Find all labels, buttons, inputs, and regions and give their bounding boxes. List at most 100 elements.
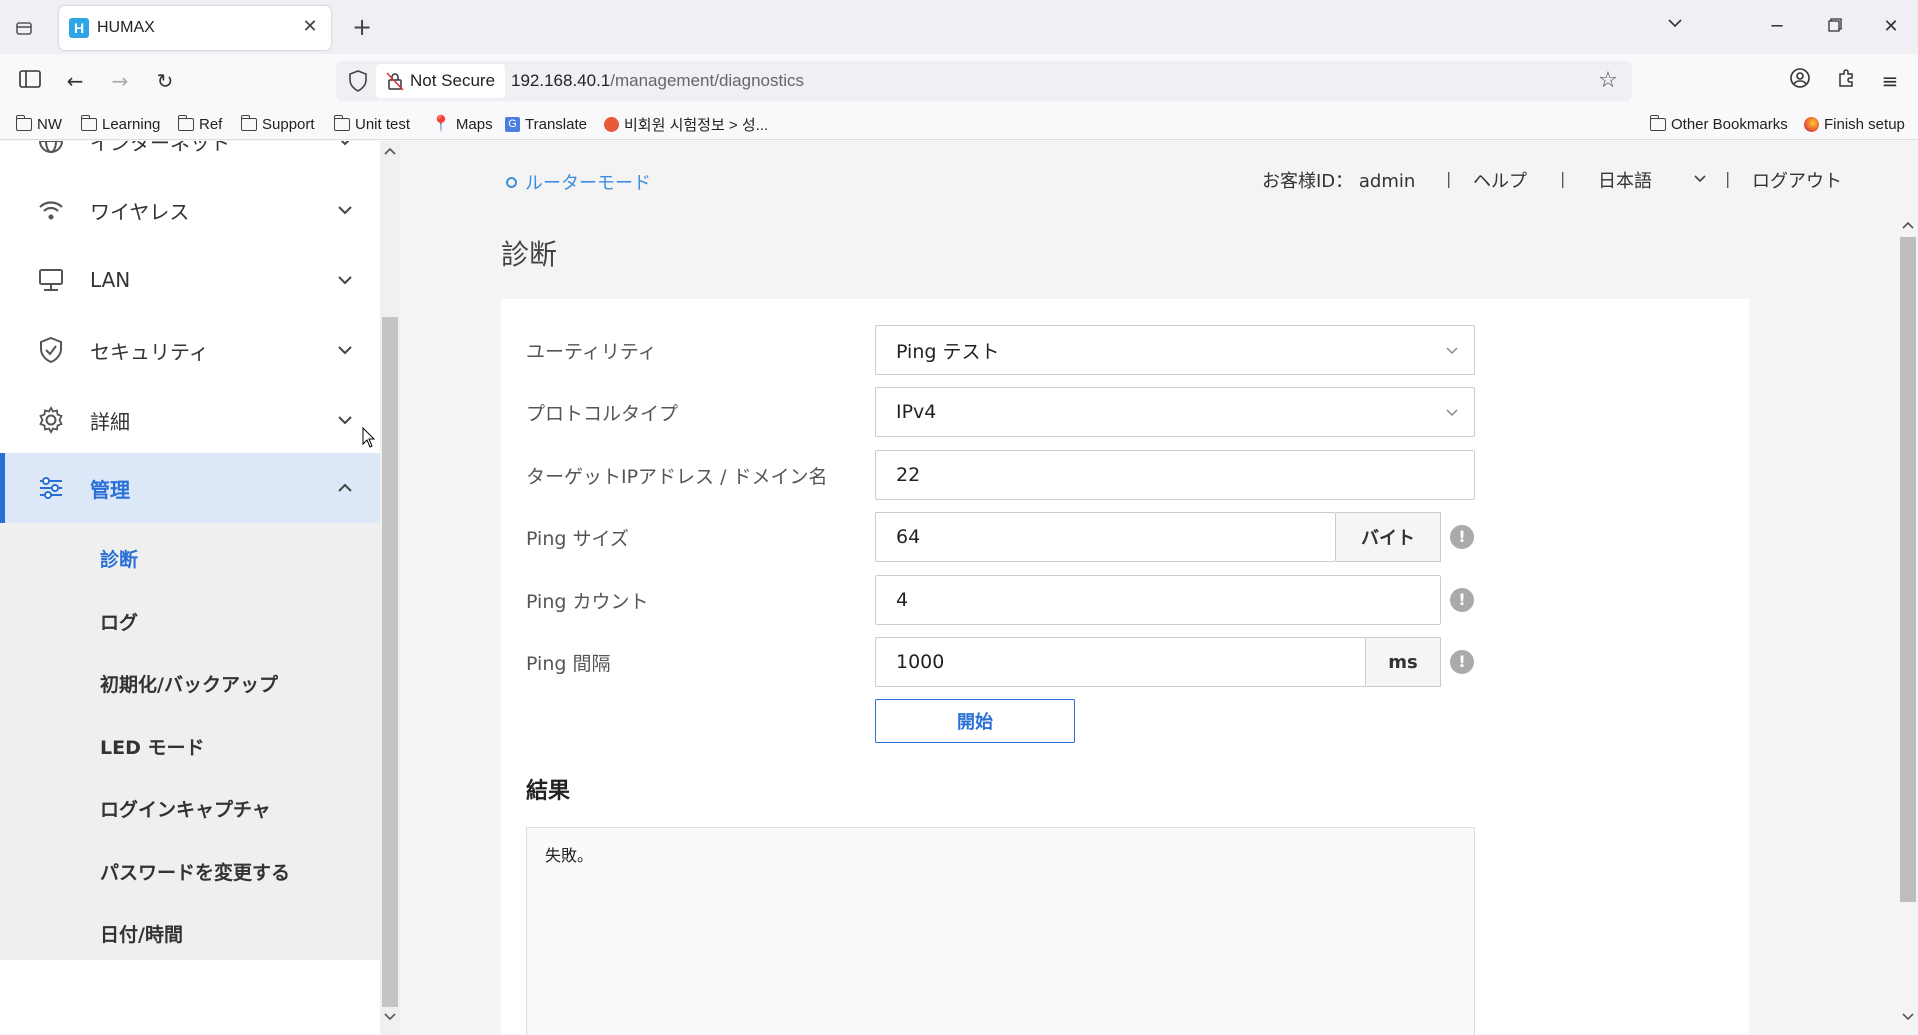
url-text[interactable]: 192.168.40.1/management/diagnostics	[511, 71, 804, 91]
target-input[interactable]: 22	[875, 450, 1475, 500]
help-link[interactable]: ヘルプ	[1473, 167, 1527, 193]
close-tab-icon[interactable]: ✕	[299, 16, 321, 38]
sidebar-item-security[interactable]: セキュリティ	[0, 315, 380, 385]
ping-size-info-icon[interactable]: !	[1450, 525, 1474, 549]
submenu-diagnostics[interactable]: 診断	[100, 545, 138, 572]
bookmark-unit-test[interactable]: Unit test	[333, 113, 411, 135]
browser-tabbar: H HUMAX ✕ + ─ ✕	[0, 0, 1918, 54]
submenu-reset-backup[interactable]: 初期化/バックアップ	[100, 670, 278, 697]
not-secure-label: Not Secure	[410, 71, 496, 90]
ping-count-info-icon[interactable]: !	[1450, 588, 1474, 612]
sidebar-toggle-icon[interactable]	[16, 67, 44, 95]
back-arrow-icon[interactable]: ←	[61, 67, 89, 95]
tab-list-icon[interactable]	[10, 14, 38, 42]
main-content: ルーターモード お客様ID： admin | ヘルプ | 日本語 | ログアウト…	[362, 141, 1898, 1035]
scroll-down-arrow-icon[interactable]	[380, 1009, 400, 1027]
result-text: 失敗。	[545, 846, 594, 865]
language-select[interactable]: 日本語	[1598, 167, 1706, 193]
bookmark-nw[interactable]: NW	[15, 113, 62, 135]
result-output: 失敗。	[526, 827, 1475, 1035]
sidebar-item-management[interactable]: 管理	[0, 453, 380, 523]
mouse-cursor-icon	[362, 427, 376, 448]
page-scroll-thumb[interactable]	[1900, 237, 1916, 902]
ping-count-input[interactable]: 4	[875, 575, 1441, 625]
ping-interval-input[interactable]: 1000	[875, 637, 1366, 687]
router-mode-label: ルーターモード	[525, 173, 651, 194]
reload-icon[interactable]: ↻	[151, 67, 179, 95]
folder-icon	[177, 114, 194, 131]
site-favicon-icon	[604, 116, 619, 132]
close-window-icon[interactable]: ✕	[1878, 14, 1904, 40]
sidebar-item-label: セキュリティ	[90, 339, 209, 364]
page-content: インターネット ワイヤレス LAN セキュリティ 詳細 管理 診断 ログ 初期化…	[0, 141, 1918, 1035]
sidebar-scroll-thumb[interactable]	[382, 317, 398, 1007]
forward-arrow-icon[interactable]: →	[106, 67, 134, 95]
menu-hamburger-icon[interactable]: ≡	[1876, 67, 1904, 95]
scroll-down-arrow-icon[interactable]	[1898, 1009, 1918, 1027]
ping-size-input[interactable]: 64	[875, 512, 1336, 562]
chevron-down-icon	[1692, 171, 1708, 192]
account-icon[interactable]	[1786, 67, 1814, 95]
bookmark-translate[interactable]: G Translate	[505, 113, 587, 135]
scroll-up-arrow-icon[interactable]	[1898, 217, 1918, 235]
start-button[interactable]: 開始	[875, 699, 1075, 743]
submenu-change-password[interactable]: パスワードを変更する	[100, 858, 290, 885]
sidebar-item-internet[interactable]: インターネット	[0, 141, 380, 176]
url-path: /management/diagnostics	[610, 71, 804, 90]
minimize-icon[interactable]: ─	[1764, 14, 1790, 40]
header-separator: |	[1560, 169, 1566, 188]
bookmark-finish-setup[interactable]: Finish setup	[1804, 113, 1905, 135]
bookmark-other[interactable]: Other Bookmarks	[1649, 113, 1788, 135]
ping-count-value: 4	[896, 589, 909, 611]
bookmark-support[interactable]: Support	[240, 113, 315, 135]
submenu-login-captcha[interactable]: ログインキャプチャ	[100, 795, 271, 822]
chevron-down-icon	[336, 341, 354, 359]
shield-icon[interactable]	[348, 70, 370, 92]
sidebar-item-lan[interactable]: LAN	[0, 245, 380, 315]
ping-interval-info-icon[interactable]: !	[1450, 650, 1474, 674]
submenu-led-mode[interactable]: LED モード	[100, 733, 204, 760]
logout-link[interactable]: ログアウト	[1752, 167, 1842, 193]
chevron-down-icon	[336, 201, 354, 219]
protocol-select[interactable]: IPv4	[875, 387, 1475, 437]
chevron-down-icon	[336, 141, 354, 150]
target-value: 22	[896, 464, 921, 486]
sidebar-item-advanced[interactable]: 詳細	[0, 385, 380, 455]
new-tab-icon[interactable]: +	[349, 14, 375, 40]
bookmark-label: Unit test	[355, 115, 411, 133]
ping-count-label: Ping カウント	[526, 591, 649, 613]
bookmarks-bar: NW Learning Ref Support Unit test 📍 Maps …	[0, 108, 1918, 140]
url-host: 192.168.40.1	[511, 71, 611, 90]
language-label: 日本語	[1598, 171, 1652, 192]
sliders-icon	[36, 473, 66, 503]
submenu-date-time[interactable]: 日付/時間	[100, 920, 183, 947]
ping-interval-value: 1000	[896, 651, 945, 673]
scroll-up-arrow-icon[interactable]	[380, 143, 400, 161]
address-bar[interactable]: Not Secure 192.168.40.1/management/diagn…	[336, 61, 1632, 101]
result-heading: 結果	[526, 779, 571, 804]
restore-icon[interactable]	[1822, 14, 1848, 40]
bookmark-ref[interactable]: Ref	[177, 113, 222, 135]
page-scrollbar[interactable]	[1898, 141, 1918, 1035]
utility-label: ユーティリティ	[526, 341, 657, 363]
not-secure-badge[interactable]: Not Secure	[376, 64, 506, 98]
list-tabs-chevron-icon[interactable]	[1662, 14, 1688, 40]
bookmark-maps[interactable]: 📍 Maps	[431, 113, 493, 135]
submenu-log[interactable]: ログ	[100, 608, 138, 635]
browser-tab-active[interactable]: H HUMAX ✕	[59, 6, 331, 50]
page-title: 診断	[501, 238, 558, 271]
bookmark-learning[interactable]: Learning	[80, 113, 160, 135]
ping-size-unit: バイト	[1336, 512, 1441, 562]
extensions-icon[interactable]	[1832, 67, 1860, 95]
bookmark-star-icon[interactable]: ☆	[1596, 69, 1620, 93]
utility-value: Ping テスト	[896, 340, 1000, 363]
shield-check-icon	[36, 335, 66, 365]
router-mode-link[interactable]: ルーターモード	[506, 169, 651, 195]
header-separator: |	[1725, 169, 1731, 188]
utility-select[interactable]: Ping テスト	[875, 325, 1475, 375]
sidebar-scrollbar[interactable]	[380, 141, 400, 1035]
bookmark-korean[interactable]: 비회원 시험정보 > 성...	[604, 113, 768, 135]
sidebar-item-wireless[interactable]: ワイヤレス	[0, 175, 380, 245]
maps-pin-icon: 📍	[431, 116, 451, 133]
folder-icon	[333, 114, 350, 131]
